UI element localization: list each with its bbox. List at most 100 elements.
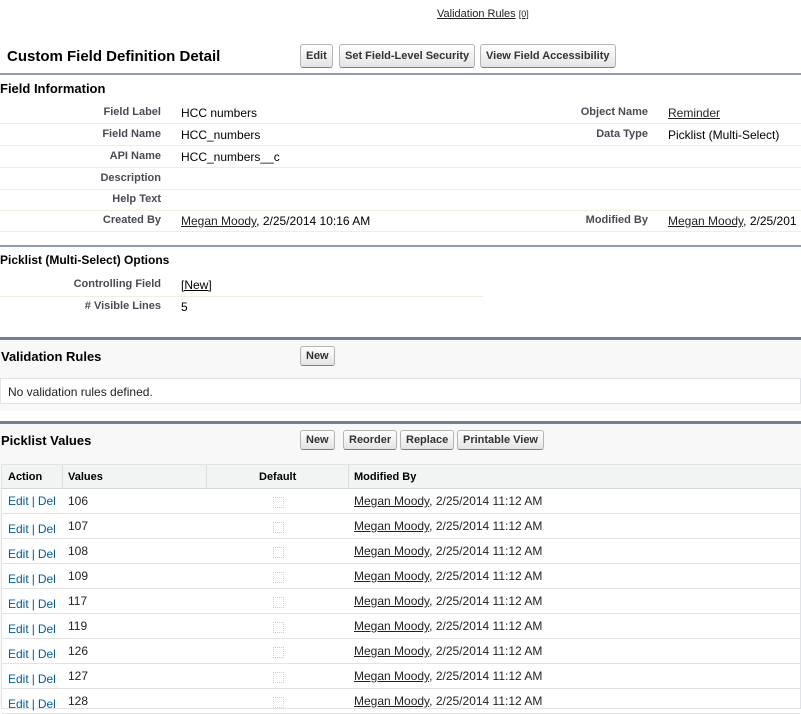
user-link[interactable]: Megan Moody [354, 569, 429, 583]
separator: | [31, 647, 35, 661]
table-row: Edit | Del 108 Megan Moody, 2/25/2014 11:12 … [2, 539, 800, 564]
edit-link[interactable]: Edit [8, 697, 29, 711]
user-link[interactable]: Megan Moody [354, 519, 429, 533]
modified-by: Megan Moody, 2/25/2014 11:12 AM [354, 569, 542, 583]
edit-link[interactable]: Edit [8, 494, 29, 508]
default-checkbox[interactable] [273, 597, 284, 608]
edit-button[interactable]: Edit [300, 44, 333, 68]
row-actions: Edit | Del [8, 572, 56, 586]
modified-by: Megan Moody, 2/25/2014 11:12 AM [354, 519, 542, 533]
default-checkbox[interactable] [273, 522, 284, 533]
default-checkbox[interactable] [273, 497, 284, 508]
user-link[interactable]: Megan Moody [354, 494, 429, 508]
field-information-heading: Field Information [0, 81, 106, 96]
validation-rules-link[interactable]: Validation Rules [437, 8, 516, 20]
default-checkbox[interactable] [273, 622, 284, 633]
user-link[interactable]: Megan Moody [354, 594, 429, 608]
api-name-value: HCC_numbers__c [181, 150, 280, 164]
object-name-link[interactable]: Reminder [668, 106, 720, 120]
del-link[interactable]: Del [38, 647, 56, 661]
new-validation-rule-button[interactable]: New [300, 346, 335, 366]
del-link[interactable]: Del [38, 672, 56, 686]
replace-button[interactable]: Replace [400, 430, 455, 450]
default-checkbox[interactable] [273, 672, 284, 683]
row-actions: Edit | Del [8, 647, 56, 661]
data-type-label: Data Type [596, 128, 648, 140]
validation-rules-count[interactable]: [0] [519, 9, 529, 19]
field-name-label: Field Name [102, 128, 161, 140]
column-header-values: Values [68, 471, 103, 483]
default-checkbox[interactable] [273, 547, 284, 558]
picklist-value: 127 [68, 669, 89, 683]
separator: | [31, 672, 35, 686]
edit-link[interactable]: Edit [8, 597, 29, 611]
edit-link[interactable]: Edit [8, 622, 29, 636]
user-link[interactable]: Megan Moody [354, 669, 429, 683]
page-title: Custom Field Definition Detail [7, 48, 221, 65]
modified-by-label: Modified By [585, 214, 648, 226]
edit-link[interactable]: Edit [8, 647, 29, 661]
picklist-value: 107 [68, 519, 89, 533]
object-name-value: Reminder [668, 106, 720, 120]
new-picklist-value-button[interactable]: New [300, 430, 335, 450]
user-link[interactable]: Megan Moody [354, 644, 429, 658]
date-text: , 2/25/2014 10:16 AM [256, 214, 371, 228]
edit-link[interactable]: Edit [8, 672, 29, 686]
default-checkbox[interactable] [273, 697, 284, 708]
modified-by: Megan Moody, 2/25/2014 11:12 AM [354, 669, 542, 683]
del-link[interactable]: Del [38, 522, 56, 536]
user-link[interactable]: Megan Moody [354, 544, 429, 558]
separator: | [31, 697, 35, 711]
field-label-label: Field Label [103, 106, 161, 118]
description-label: Description [100, 172, 161, 184]
visible-lines-value: 5 [181, 300, 188, 314]
modified-by: Megan Moody, 2/25/2014 11:12 AM [354, 494, 542, 508]
user-link[interactable]: Megan Moody [354, 619, 429, 633]
row-divider [0, 231, 801, 232]
del-link[interactable]: Del [38, 547, 56, 561]
modified-by-value: Megan Moody, 2/25/201 [668, 214, 797, 228]
picklist-value: 108 [68, 544, 89, 558]
edit-link[interactable]: Edit [8, 547, 29, 561]
user-link[interactable]: Megan Moody [181, 214, 256, 228]
del-link[interactable]: Del [38, 494, 56, 508]
table-row: Edit | Del 107 Megan Moody, 2/25/2014 11:12 … [2, 514, 800, 539]
controlling-field-new-link[interactable]: [New] [181, 278, 212, 292]
column-header-modified-by: Modified By [354, 471, 417, 483]
del-link[interactable]: Del [38, 622, 56, 636]
date-text: , 2/25/2014 11:12 AM [429, 494, 543, 508]
validation-rules-top-link[interactable]: Validation Rules [0] [437, 8, 529, 20]
reorder-button[interactable]: Reorder [343, 430, 398, 450]
column-header-default: Default [259, 471, 297, 483]
controlling-field-label: Controlling Field [73, 278, 161, 290]
data-type-value: Picklist (Multi-Select) [668, 128, 780, 142]
modified-by: Megan Moody, 2/25/2014 11:12 AM [354, 594, 542, 608]
set-field-level-security-button[interactable]: Set Field-Level Security [339, 44, 476, 68]
separator: | [31, 547, 35, 561]
del-link[interactable]: Del [38, 697, 56, 711]
row-actions: Edit | Del [8, 672, 56, 686]
no-validation-rules-text: No validation rules defined. [8, 385, 153, 399]
api-name-label: API Name [109, 150, 161, 162]
date-text: , 2/25/2014 11:12 AM [429, 644, 543, 658]
view-field-accessibility-button[interactable]: View Field Accessibility [480, 44, 616, 68]
row-divider [0, 145, 801, 146]
default-checkbox[interactable] [273, 647, 284, 658]
edit-link[interactable]: Edit [8, 572, 29, 586]
del-link[interactable]: Del [38, 597, 56, 611]
picklist-value: 109 [68, 569, 89, 583]
default-checkbox[interactable] [273, 572, 284, 583]
table-row: Edit | Del 109 Megan Moody, 2/25/2014 11:12 … [2, 564, 800, 589]
separator: | [31, 622, 35, 636]
picklist-values-section: Picklist Values New Reorder Replace Prin… [0, 421, 801, 714]
picklist-value: 126 [68, 644, 89, 658]
table-row: Edit | Del 117 Megan Moody, 2/25/2014 11:12 … [2, 589, 800, 614]
row-actions: Edit | Del [8, 522, 56, 536]
modified-by-link[interactable]: Megan Moody [668, 214, 743, 228]
column-header-action: Action [8, 471, 43, 483]
del-link[interactable]: Del [38, 572, 56, 586]
edit-link[interactable]: Edit [8, 522, 29, 536]
printable-view-button[interactable]: Printable View [457, 430, 544, 450]
row-divider [0, 167, 801, 168]
separator: | [31, 597, 35, 611]
